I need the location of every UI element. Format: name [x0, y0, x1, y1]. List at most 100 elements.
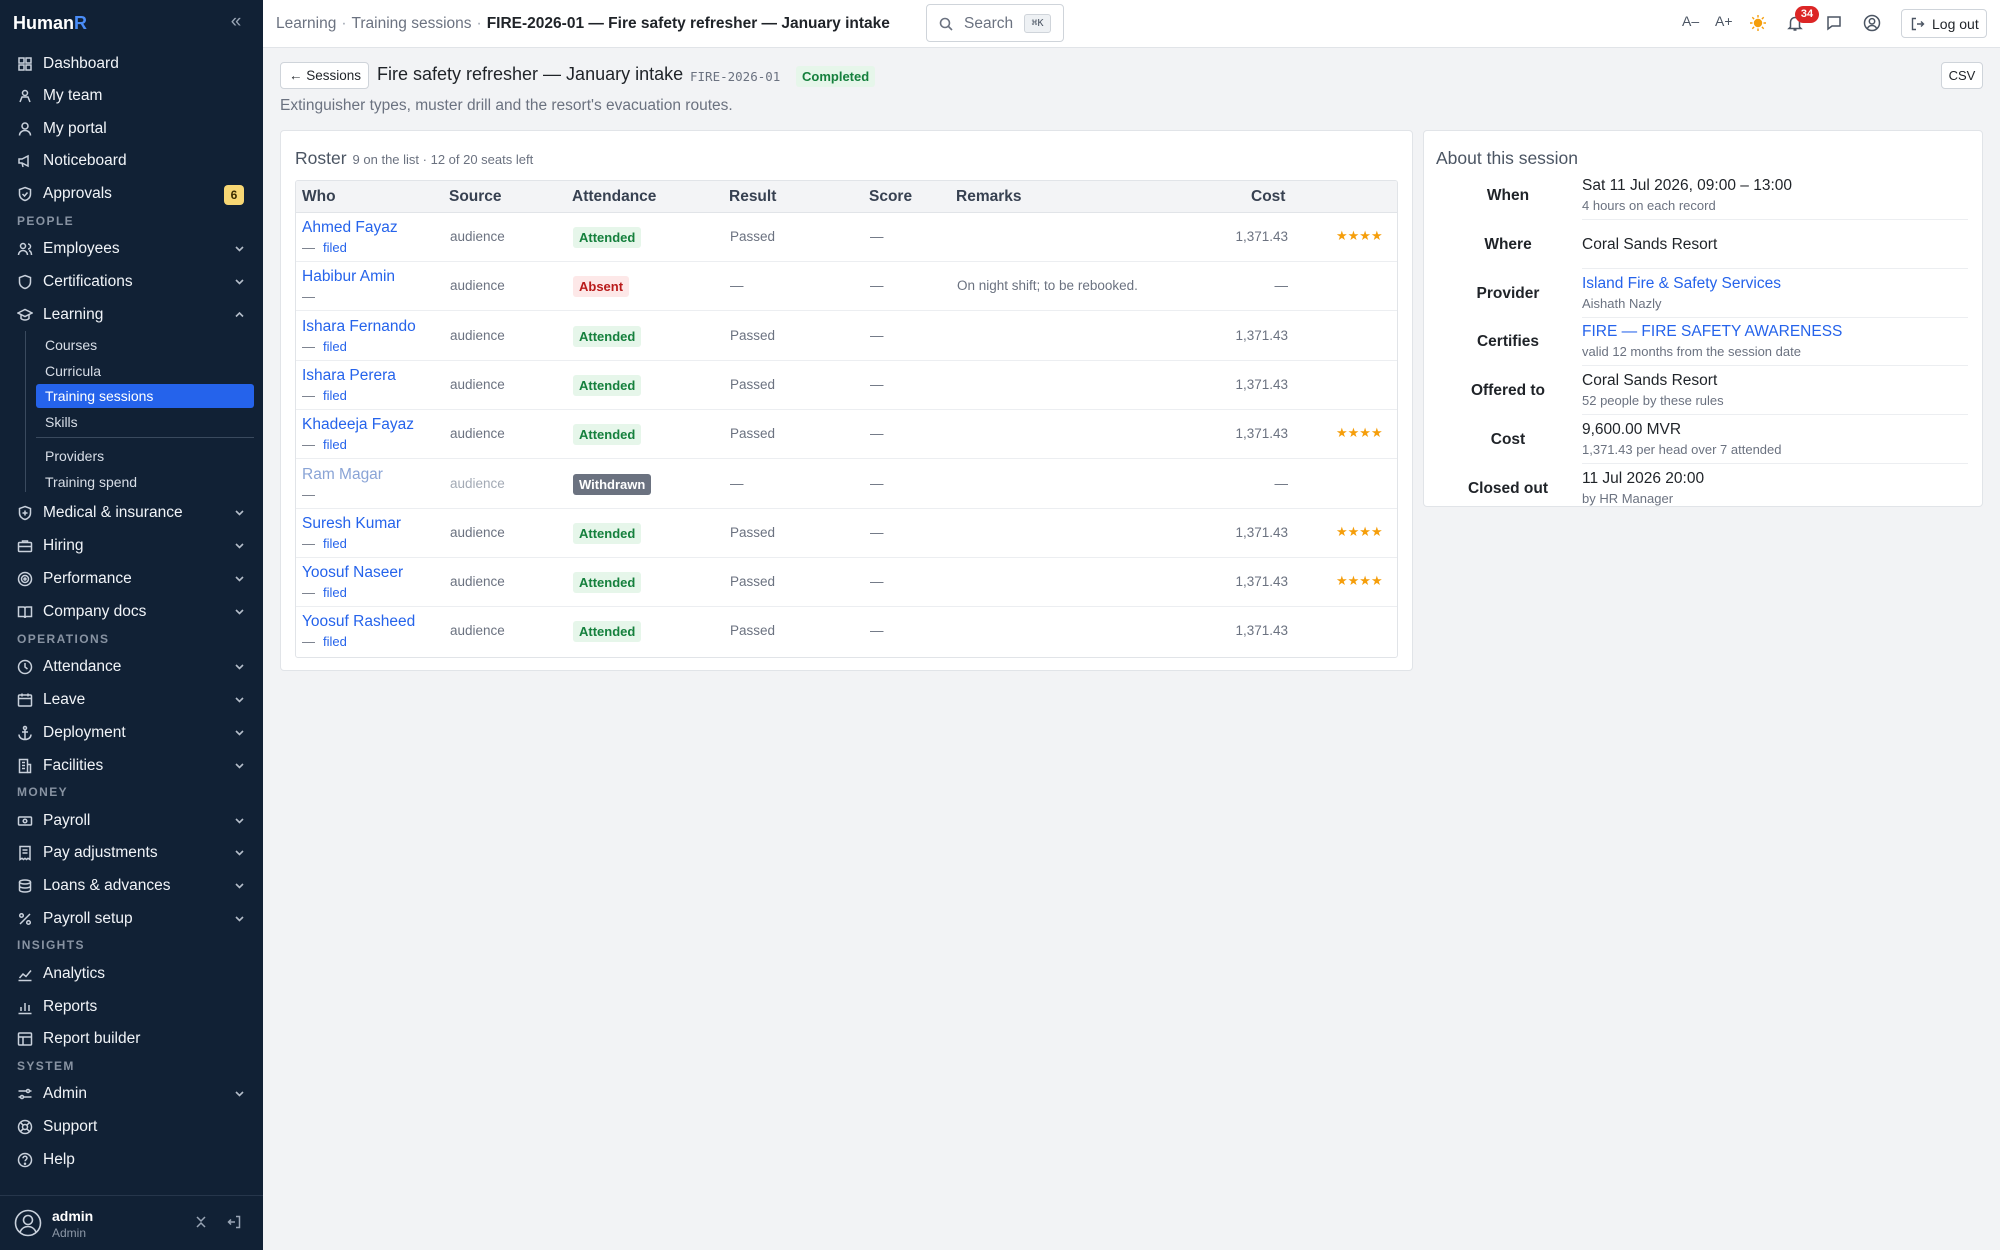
filed-link[interactable]: filed	[323, 240, 347, 255]
sidebar-subitem-courses[interactable]: Courses	[36, 333, 254, 357]
sidebar-item-loans-advances[interactable]: Loans & advances	[0, 871, 263, 901]
font-smaller-button[interactable]: A–	[1682, 13, 1699, 29]
sidebar-item-label: Certifications	[43, 273, 133, 290]
chevron-down-icon	[233, 572, 246, 585]
cost-cell: 1,371.43	[1235, 525, 1288, 540]
sidebar-item-label: Payroll	[43, 812, 91, 829]
submenu-rail	[25, 331, 26, 492]
sidebar-item-leave[interactable]: Leave	[0, 685, 263, 715]
employee-name-link[interactable]: Ishara Perera	[302, 367, 396, 385]
sidebar-item-approvals[interactable]: Approvals 6	[0, 179, 263, 209]
table-row: Ram Magar — audience Withdrawn — — —	[296, 460, 1397, 509]
column-header-source[interactable]: Source	[449, 188, 502, 206]
sidebar-item-help[interactable]: Help	[0, 1145, 263, 1175]
breadcrumb-learning[interactable]: Learning	[276, 15, 336, 32]
sidebar-item-hiring[interactable]: Hiring	[0, 531, 263, 561]
employee-record-meta: — filed	[302, 437, 347, 452]
about-label: When	[1486, 187, 1530, 204]
filed-link[interactable]: filed	[323, 437, 347, 452]
sidebar-subitem-training-sessions[interactable]: Training sessions	[36, 384, 254, 408]
section-heading-money: MONEY	[17, 785, 69, 799]
sidebar-subitem-providers[interactable]: Providers	[36, 444, 254, 468]
filed-link[interactable]: filed	[323, 585, 347, 600]
section-heading-system: SYSTEM	[17, 1059, 75, 1073]
employee-name-link[interactable]: Ishara Fernando	[302, 318, 416, 336]
sidebar-item-report-builder[interactable]: Report builder	[0, 1024, 263, 1054]
sidebar-item-label: Payroll setup	[43, 910, 133, 927]
score-cell: —	[870, 278, 884, 293]
filed-link[interactable]: filed	[323, 536, 347, 551]
sidebar-item-analytics[interactable]: Analytics	[0, 959, 263, 989]
sidebar-item-medical-insurance[interactable]: Medical & insurance	[0, 498, 263, 528]
column-header-remarks[interactable]: Remarks	[956, 188, 1022, 206]
roster-table: Who Source Attendance Result Score Remar…	[295, 180, 1398, 658]
back-to-sessions-button[interactable]: ← Sessions	[280, 62, 369, 89]
sidebar-item-pay-adjustments[interactable]: Pay adjustments	[0, 838, 263, 868]
csv-export-button[interactable]: CSV	[1941, 62, 1983, 89]
employee-name-link[interactable]: Habibur Amin	[302, 268, 395, 286]
chevron-down-icon	[233, 814, 246, 827]
column-header-attendance[interactable]: Attendance	[572, 188, 656, 206]
area-chart-icon	[17, 966, 33, 982]
result-cell: Passed	[730, 623, 776, 638]
record-dash: —	[302, 388, 315, 403]
column-header-who[interactable]: Who	[302, 188, 336, 206]
employee-name-link[interactable]: Suresh Kumar	[302, 515, 401, 533]
font-larger-button[interactable]: A+	[1715, 13, 1733, 29]
about-value-link[interactable]: Island Fire & Safety Services	[1582, 275, 1781, 293]
filed-link[interactable]: filed	[323, 339, 347, 354]
sidebar-item-noticeboard[interactable]: Noticeboard	[0, 146, 263, 176]
sign-out-icon[interactable]	[226, 1214, 242, 1230]
sidebar-item-learning[interactable]: Learning	[0, 300, 263, 330]
sidebar-item-employees[interactable]: Employees	[0, 234, 263, 264]
breadcrumb-training-sessions[interactable]: Training sessions	[352, 15, 472, 32]
column-header-cost[interactable]: Cost	[1251, 188, 1285, 206]
table-row: Khadeeja Fayaz — filed audience Attended Pass…	[296, 410, 1397, 459]
sidebar-item-my-team[interactable]: My team	[0, 81, 263, 111]
column-header-score[interactable]: Score	[869, 188, 912, 206]
chat-icon[interactable]	[1825, 14, 1843, 32]
sidebar-subitem-curricula[interactable]: Curricula	[36, 359, 254, 383]
sidebar-item-payroll[interactable]: Payroll	[0, 806, 263, 836]
sidebar-item-payroll-setup[interactable]: Payroll setup	[0, 904, 263, 934]
account-circle-icon[interactable]	[1863, 14, 1881, 32]
sidebar-item-support[interactable]: Support	[0, 1112, 263, 1142]
logout-button[interactable]: Log out	[1901, 9, 1987, 38]
search-button[interactable]: Search ⌘K	[926, 4, 1064, 42]
brand-logo[interactable]: HumanR	[13, 13, 87, 34]
logout-icon	[1911, 17, 1925, 31]
avatar-icon[interactable]	[14, 1209, 42, 1237]
sun-icon[interactable]	[1749, 14, 1767, 32]
sidebar-item-certifications[interactable]: Certifications	[0, 267, 263, 297]
remarks-cell: On night shift; to be rebooked.	[957, 278, 1138, 293]
filed-link[interactable]: filed	[323, 388, 347, 403]
collapse-sidebar-icon[interactable]: «	[226, 12, 246, 32]
sidebar-subitem-skills[interactable]: Skills	[36, 410, 254, 434]
employee-name-link[interactable]: Yoosuf Naseer	[302, 564, 403, 582]
about-value-link[interactable]: FIRE — FIRE SAFETY AWARENESS	[1582, 323, 1842, 341]
sidebar-item-admin[interactable]: Admin	[0, 1079, 263, 1109]
attendance-badge: Attended	[573, 227, 642, 248]
sidebar-item-performance[interactable]: Performance	[0, 564, 263, 594]
sidebar-item-attendance[interactable]: Attendance	[0, 652, 263, 682]
expand-collapse-icon[interactable]	[193, 1214, 209, 1230]
filed-link[interactable]: filed	[323, 634, 347, 649]
employee-name-link[interactable]: Ram Magar	[302, 466, 383, 484]
employee-name-link[interactable]: Khadeeja Fayaz	[302, 416, 414, 434]
sidebar-item-my-portal[interactable]: My portal	[0, 114, 263, 144]
user-role: Admin	[52, 1226, 87, 1240]
sidebar-item-deployment[interactable]: Deployment	[0, 718, 263, 748]
sidebar-item-reports[interactable]: Reports	[0, 992, 263, 1022]
sidebar-item-facilities[interactable]: Facilities	[0, 751, 263, 781]
about-divider	[1582, 317, 1968, 318]
employee-name-link[interactable]: Yoosuf Rasheed	[302, 613, 415, 631]
cost-cell: —	[1274, 476, 1289, 491]
chevron-down-icon	[233, 605, 246, 618]
sidebar-subitem-training-spend[interactable]: Training spend	[36, 470, 254, 494]
sidebar-item-dashboard[interactable]: Dashboard	[0, 49, 263, 79]
sidebar-item-company-docs[interactable]: Company docs	[0, 597, 263, 627]
attendance-badge: Absent	[573, 276, 630, 297]
status-badge: Completed	[796, 66, 876, 87]
column-header-result[interactable]: Result	[729, 188, 776, 206]
employee-name-link[interactable]: Ahmed Fayaz	[302, 219, 398, 237]
